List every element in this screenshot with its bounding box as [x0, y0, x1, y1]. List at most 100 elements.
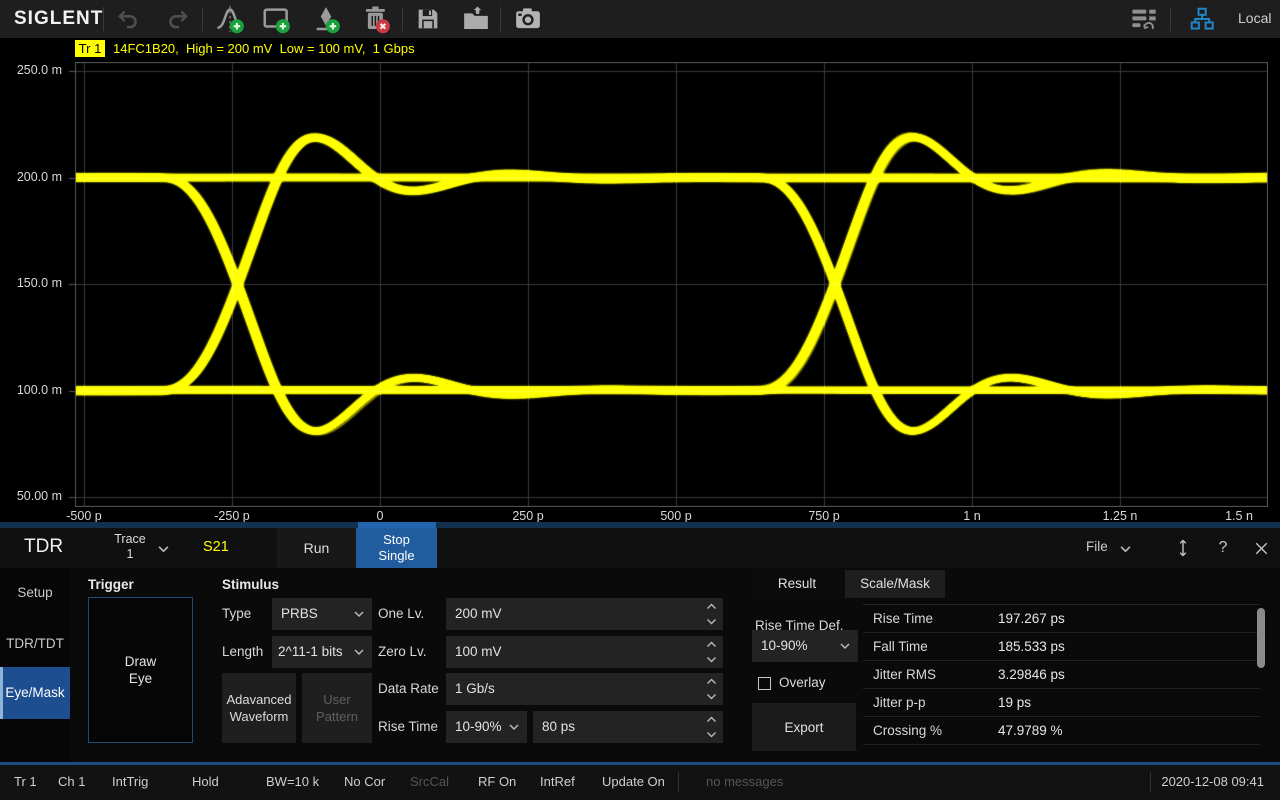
local-remote-indicator[interactable]: Local	[1238, 10, 1271, 26]
status-separator	[1150, 772, 1151, 792]
panel-tab-column: Setup TDR/TDT Eye/Mask	[0, 568, 70, 762]
type-value: PRBS	[281, 606, 318, 621]
spinner-up-icon[interactable]	[706, 641, 717, 648]
expand-collapse-button[interactable]	[1168, 528, 1198, 568]
trace-select-dropdown[interactable]: Trace 1	[100, 528, 180, 568]
open-folder-icon	[461, 4, 491, 34]
status-message: no messages	[706, 774, 783, 789]
run-button[interactable]: Run	[277, 528, 356, 568]
x-axis-tick-label: 1.5 n	[1202, 509, 1276, 523]
x-axis-tick-label: 0	[343, 509, 417, 523]
status-update: Update On	[602, 774, 665, 789]
file-menu[interactable]: File	[1086, 528, 1142, 568]
tab-scale-mask[interactable]: Scale/Mask	[845, 570, 945, 598]
data-rate-spinner[interactable]: 1 Gb/s	[446, 673, 723, 705]
result-value: 185.533 ps	[998, 639, 1065, 654]
draw-eye-button[interactable]: Draw Eye	[88, 597, 193, 743]
zero-level-value: 100 mV	[455, 644, 502, 659]
result-rise-time-def-dropdown[interactable]: 10-90%	[752, 630, 858, 662]
overlay-label: Overlay	[779, 675, 826, 690]
zero-level-spinner[interactable]: 100 mV	[446, 636, 723, 668]
spinner-up-icon[interactable]	[706, 678, 717, 685]
length-dropdown[interactable]: 2^11-1 bits	[272, 636, 372, 668]
result-value: 197.267 ps	[998, 611, 1065, 626]
status-bar: Tr 1 Ch 1 IntTrig Hold BW=10 k No Cor Sr…	[0, 765, 1280, 800]
add-marker-icon	[311, 4, 341, 34]
length-label: Length	[222, 636, 263, 668]
lan-status-button[interactable]	[1186, 4, 1218, 34]
chevron-down-icon	[509, 724, 519, 731]
table-row: Crossing % 47.9789 %	[863, 717, 1260, 745]
status-hold: Hold	[192, 774, 219, 789]
result-label: Rise Time	[873, 611, 933, 626]
overlay-checkbox[interactable]	[758, 677, 771, 690]
trigger-group-title: Trigger	[88, 577, 134, 592]
result-value: 19 ps	[998, 695, 1031, 710]
screenshot-button[interactable]	[512, 4, 544, 34]
status-srccal: SrcCal	[410, 774, 449, 789]
data-rate-label: Data Rate	[378, 673, 439, 705]
stop-single-button[interactable]: Stop Single	[356, 528, 437, 568]
close-panel-button[interactable]	[1246, 528, 1276, 568]
rise-time-def-dropdown[interactable]: 10-90%	[446, 711, 527, 743]
eye-mask-panel: Setup TDR/TDT Eye/Mask Trigger Draw Eye …	[0, 568, 1280, 762]
spinner-down-icon[interactable]	[706, 656, 717, 663]
one-level-value: 200 mV	[455, 606, 502, 621]
undo-button[interactable]	[112, 4, 144, 34]
results-scrollbar[interactable]	[1257, 606, 1265, 754]
spinner-down-icon[interactable]	[706, 731, 717, 738]
delete-all-button[interactable]	[360, 4, 392, 34]
result-rise-time-def-value: 10-90%	[761, 638, 808, 653]
scrollbar-thumb[interactable]	[1257, 608, 1265, 668]
display-sync-button[interactable]	[1128, 4, 1160, 34]
export-button[interactable]: Export	[752, 703, 856, 751]
x-axis-tick-label: 750 p	[787, 509, 861, 523]
x-axis-tick-label: 250 p	[491, 509, 565, 523]
spinner-up-icon[interactable]	[706, 603, 717, 610]
advanced-waveform-button[interactable]: Adavanced Waveform	[222, 673, 296, 743]
top-toolbar: SIGLENT	[0, 0, 1280, 38]
one-level-spinner[interactable]: 200 mV	[446, 598, 723, 630]
y-axis-tick-label: 150.0 m	[0, 276, 62, 290]
rise-time-spinner[interactable]: 80 ps	[533, 711, 723, 743]
toolbar-separator	[500, 7, 501, 31]
user-pattern-button[interactable]: User Pattern	[302, 673, 372, 743]
add-marker-button[interactable]	[310, 4, 342, 34]
spinner-down-icon[interactable]	[706, 693, 717, 700]
data-rate-value: 1 Gb/s	[455, 681, 495, 696]
status-bandwidth: BW=10 k	[266, 774, 319, 789]
result-label: Fall Time	[873, 639, 928, 654]
tab-setup[interactable]: Setup	[0, 585, 70, 600]
result-label: Jitter RMS	[873, 667, 936, 682]
toolbar-separator	[1170, 7, 1171, 31]
help-button[interactable]: ?	[1208, 528, 1238, 568]
table-row: Jitter RMS 3.29846 ps	[863, 661, 1260, 689]
resize-vertical-icon	[1177, 538, 1189, 558]
trace-select-label: Trace	[100, 532, 160, 546]
redo-button[interactable]	[162, 4, 194, 34]
result-value: 3.29846 ps	[998, 667, 1065, 682]
tab-eye-mask-label: Eye/Mask	[5, 685, 64, 700]
status-trigger: IntTrig	[112, 774, 148, 789]
spinner-down-icon[interactable]	[706, 618, 717, 625]
eye-diagram-plot: 250.0 m200.0 m150.0 m100.0 m50.00 m-500 …	[0, 60, 1280, 522]
status-reference: IntRef	[540, 774, 575, 789]
save-icon	[414, 5, 442, 33]
add-window-button[interactable]	[260, 4, 292, 34]
undo-icon	[115, 6, 141, 32]
tab-result[interactable]: Result	[752, 570, 842, 598]
chevron-down-icon	[840, 643, 850, 650]
result-label: Crossing %	[873, 723, 942, 738]
toolbar-separator	[202, 7, 203, 31]
trace-badge[interactable]: Tr 1	[75, 40, 105, 57]
add-trace-button[interactable]	[214, 4, 246, 34]
tab-eye-mask[interactable]: Eye/Mask	[0, 667, 70, 719]
spinner-up-icon[interactable]	[706, 716, 717, 723]
s-parameter-indicator[interactable]: S21	[203, 539, 229, 555]
tab-tdr-tdt[interactable]: TDR/TDT	[0, 636, 70, 651]
y-axis-tick-label: 100.0 m	[0, 383, 62, 397]
open-file-button[interactable]	[460, 4, 492, 34]
chevron-down-icon	[158, 545, 169, 553]
save-button[interactable]	[412, 4, 444, 34]
type-dropdown[interactable]: PRBS	[272, 598, 372, 630]
